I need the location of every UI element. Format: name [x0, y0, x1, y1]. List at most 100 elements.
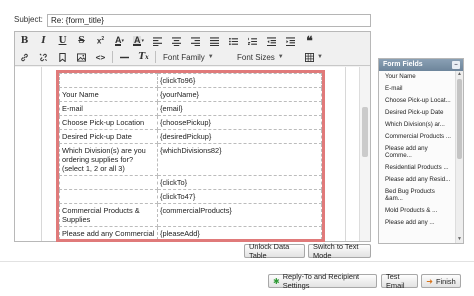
toolbar-row-2: <> Tx Font Family ▼ Font Sizes ▼ ▼ [17, 49, 332, 65]
toolbar-separator [112, 51, 113, 63]
form-field-item[interactable]: Residential Products ... [379, 162, 455, 174]
field-label-cell[interactable] [59, 189, 158, 204]
image-icon[interactable] [74, 50, 89, 65]
field-token-cell[interactable]: {clickTo47} [157, 189, 322, 204]
field-token-cell[interactable]: {choosePickup} [157, 115, 322, 130]
outdent-button[interactable] [264, 34, 279, 49]
form-field-item[interactable]: Commercial Products ... [379, 131, 455, 143]
align-justify-button[interactable] [207, 34, 222, 49]
table-row: {clickTo47} [59, 189, 322, 204]
reply-to-settings-label: Reply-To and Recipient Settings [282, 272, 360, 290]
table-row: Your Name {yourName} [59, 87, 322, 102]
form-field-item[interactable]: Choose Pick-up Locat... [379, 95, 455, 107]
toolbar-row-1: B I U S x2 A ▾ A ▾ ❝ [17, 33, 321, 49]
form-field-item[interactable]: Please add any ... [379, 217, 455, 229]
field-label-cell[interactable] [59, 73, 158, 88]
switch-to-text-mode-button[interactable]: Switch to Text Mode [308, 242, 371, 260]
table-row: Commercial Products & Supplies {commercia… [59, 203, 322, 227]
form-fields-title: Form Fields [383, 61, 423, 68]
field-label-cell[interactable]: Which Division(s) are you ordering suppl… [59, 143, 158, 176]
align-center-button[interactable] [169, 34, 184, 49]
strikethrough-button[interactable]: S [74, 34, 89, 49]
subject-row: Subject: Re: {form_title} [0, 14, 474, 28]
form-field-item[interactable]: Please add any Comme... [379, 143, 455, 162]
source-code-icon[interactable]: <> [93, 50, 108, 65]
chevron-down-icon: ▼ [207, 54, 214, 60]
editor-scrollbar[interactable] [359, 67, 370, 241]
underline-button[interactable]: U [55, 34, 70, 49]
indent-button[interactable] [283, 34, 298, 49]
field-token-cell[interactable]: {clickTo} [157, 175, 322, 190]
align-right-button[interactable] [188, 34, 203, 49]
remove-format-icon[interactable]: Tx [136, 50, 151, 65]
form-fields-scrollbar[interactable]: ▲ ▼ [455, 71, 463, 243]
table-row: E-mail {email} [59, 101, 322, 116]
field-label-cell[interactable]: E-mail [59, 101, 158, 116]
reply-to-settings-button[interactable]: ✱ Reply-To and Recipient Settings [268, 272, 377, 290]
page-guide-left [41, 67, 42, 241]
footer-divider [0, 261, 474, 262]
test-email-button[interactable]: Test Email [381, 272, 418, 290]
field-token-cell[interactable]: {commercialProducts} [157, 203, 322, 227]
scroll-down-icon[interactable]: ▼ [456, 236, 463, 243]
table-icon [305, 52, 314, 62]
chevron-down-icon: ▼ [317, 54, 323, 60]
data-table-grid: {clickTo96} Your Name {yourName} E-mail {ema… [59, 73, 322, 239]
field-label-cell[interactable]: Please add any Commercial products in th… [59, 226, 158, 239]
chevron-down-icon: ▼ [277, 54, 284, 60]
form-fields-header: Form Fields – [379, 59, 463, 71]
field-token-cell[interactable]: {pleaseAdd} [157, 226, 322, 239]
form-field-item[interactable]: Desired Pick-up Date [379, 107, 455, 119]
font-family-dropdown[interactable]: Font Family ▼ [160, 50, 228, 64]
table-row: Which Division(s) are you ordering suppl… [59, 143, 322, 176]
unlock-data-table-button[interactable]: Unlock Data Table [244, 242, 305, 260]
subject-label: Subject: [14, 15, 43, 24]
field-token-cell[interactable]: {desiredPickup} [157, 129, 322, 144]
table-row: {clickTo} [59, 175, 322, 190]
field-label-cell[interactable]: Your Name [59, 87, 158, 102]
form-field-item[interactable]: Your Name [379, 71, 455, 83]
font-sizes-label: Font Sizes [237, 52, 275, 62]
font-color-button[interactable]: A ▾ [112, 34, 127, 49]
data-table[interactable]: {clickTo96} Your Name {yourName} E-mail {ema… [56, 70, 325, 242]
align-left-button[interactable] [150, 34, 165, 49]
table-row: Please add any Commercial products in th… [59, 226, 322, 239]
font-sizes-dropdown[interactable]: Font Sizes ▼ [234, 50, 296, 64]
horizontal-rule-icon[interactable] [117, 50, 132, 65]
numbered-list-button[interactable] [245, 34, 260, 49]
form-fields-scrollbar-thumb[interactable] [457, 79, 462, 159]
field-label-cell[interactable]: Choose Pick-up Location [59, 115, 158, 130]
field-label-cell[interactable]: Desired Pick-up Date [59, 129, 158, 144]
form-fields-list: Your Name E-mail Choose Pick-up Locat... De… [379, 71, 455, 243]
bg-color-button[interactable]: A ▾ [131, 34, 146, 49]
field-token-cell[interactable]: {email} [157, 101, 322, 116]
finish-label: Finish [435, 276, 456, 286]
close-icon[interactable]: – [452, 61, 460, 69]
table-row: {clickTo96} [59, 73, 322, 88]
bullet-list-button[interactable] [226, 34, 241, 49]
form-field-item[interactable]: Which Division(s) ar... [379, 119, 455, 131]
italic-button[interactable]: I [36, 34, 51, 49]
form-field-item[interactable]: Mold Products & ... [379, 205, 455, 217]
link-icon[interactable] [17, 50, 32, 65]
form-field-item[interactable]: Please add any Resid... [379, 174, 455, 186]
form-field-item[interactable]: E-mail [379, 83, 455, 95]
superscript-button[interactable]: x2 [93, 34, 108, 49]
form-field-item[interactable]: Bed Bug Products &am... [379, 186, 455, 205]
editor-scrollbar-thumb[interactable] [362, 107, 368, 157]
blockquote-button[interactable]: ❝ [302, 34, 317, 49]
scroll-up-icon[interactable]: ▲ [456, 71, 463, 78]
field-token-cell[interactable]: {clickTo96} [157, 73, 322, 88]
unlink-icon[interactable] [36, 50, 51, 65]
subject-input[interactable]: Re: {form_title} [47, 14, 371, 27]
field-label-cell[interactable]: Commercial Products & Supplies [59, 203, 158, 227]
form-fields-panel: Form Fields – Your Name E-mail Choose Pick… [378, 58, 464, 244]
bold-button[interactable]: B [17, 34, 32, 49]
anchor-icon[interactable] [55, 50, 70, 65]
field-token-cell[interactable]: {whichDivisions82} [157, 143, 322, 176]
field-label-cell[interactable] [59, 175, 158, 190]
finish-button[interactable]: ➜ Finish [421, 274, 461, 288]
table-dropdown[interactable]: ▼ [302, 50, 326, 64]
arrow-right-icon: ➜ [426, 276, 433, 286]
field-token-cell[interactable]: {yourName} [157, 87, 322, 102]
